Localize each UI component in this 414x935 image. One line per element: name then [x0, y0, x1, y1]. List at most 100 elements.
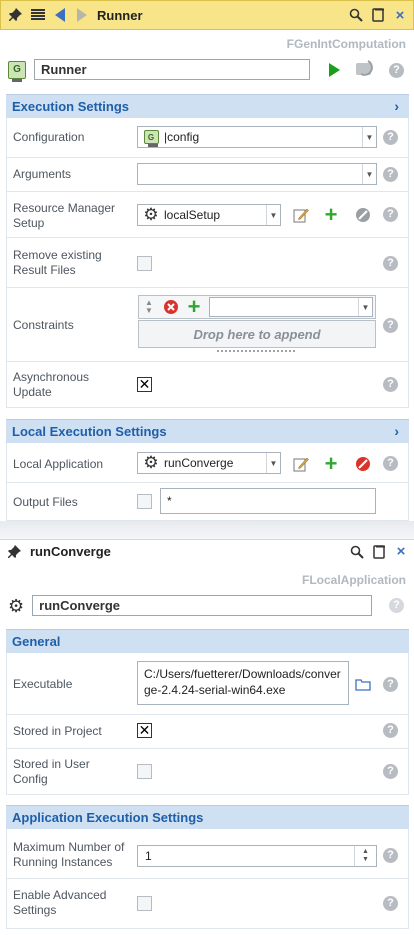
- arguments-combo[interactable]: ▼: [137, 163, 377, 185]
- stored-user-label: Stored in User Config: [13, 757, 90, 786]
- local-application-value: runConverge: [164, 456, 234, 470]
- help-icon[interactable]: ?: [383, 377, 398, 392]
- delete-icon[interactable]: [163, 299, 179, 315]
- async-update-row: Asynchronous Update ✕ ?: [6, 362, 409, 408]
- reorder-icon[interactable]: ▲ ▼: [143, 298, 155, 316]
- edit-icon[interactable]: [292, 206, 310, 224]
- execution-settings-header[interactable]: Execution Settings ›: [6, 94, 409, 118]
- remove-result-label: Remove existing Result Files: [13, 248, 102, 277]
- class-name-label: FLocalApplication: [301, 573, 406, 587]
- remove-result-row: Remove existing Result Files ?: [6, 238, 409, 288]
- chevron-down-icon[interactable]: ▼: [362, 127, 376, 147]
- max-instances-row: Maximum Number of Running Instances 1 ▲ ▼…: [6, 829, 409, 879]
- output-files-checkbox[interactable]: [137, 494, 152, 509]
- refresh-icon[interactable]: [354, 59, 376, 79]
- async-update-checkbox[interactable]: ✕: [137, 377, 152, 392]
- resource-manager-combo[interactable]: ⚙ localSetup ▼: [137, 204, 281, 226]
- add-icon[interactable]: +: [321, 453, 341, 475]
- chevron-down-icon[interactable]: ▼: [266, 453, 280, 473]
- forward-arrow-icon[interactable]: [71, 4, 93, 26]
- search-icon[interactable]: [346, 541, 368, 563]
- maximize-icon[interactable]: [368, 541, 390, 563]
- close-icon[interactable]: ×: [389, 4, 411, 26]
- max-instances-spinbox[interactable]: 1 ▲ ▼: [137, 845, 377, 867]
- class-name-label: FGenIntComputation: [286, 37, 406, 51]
- chevron-down-icon[interactable]: ▼: [362, 164, 376, 184]
- help-icon[interactable]: ?: [383, 130, 398, 145]
- help-icon[interactable]: ?: [383, 207, 398, 222]
- arguments-row: Arguments ▼ ?: [6, 158, 409, 192]
- async-update-label: Asynchronous Update: [13, 370, 90, 399]
- chevron-down-icon[interactable]: ▼: [358, 298, 372, 316]
- local-execution-settings-header[interactable]: Local Execution Settings ›: [6, 419, 409, 443]
- drop-zone[interactable]: Drop here to append: [138, 320, 376, 348]
- configuration-row: Configuration G |config ▼ ?: [6, 118, 409, 158]
- chevron-right-icon[interactable]: ›: [394, 98, 399, 114]
- back-arrow-icon[interactable]: [49, 4, 71, 26]
- gear-icon: ⚙: [143, 205, 159, 224]
- name-input[interactable]: Runner: [34, 59, 310, 80]
- panel-separator[interactable]: [0, 521, 414, 539]
- folder-icon[interactable]: [355, 677, 371, 691]
- help-icon[interactable]: ?: [383, 456, 398, 471]
- advanced-settings-checkbox[interactable]: [137, 896, 152, 911]
- app-execution-settings-header[interactable]: Application Execution Settings: [6, 805, 409, 829]
- search-icon[interactable]: [345, 4, 367, 26]
- gear-icon: ⚙: [143, 453, 159, 472]
- resource-manager-label: Resource Manager Setup: [13, 201, 116, 230]
- maximize-icon[interactable]: [367, 4, 389, 26]
- chevron-down-icon[interactable]: ▼: [266, 205, 280, 225]
- general-header[interactable]: General: [6, 629, 409, 653]
- help-icon[interactable]: ?: [383, 723, 398, 738]
- section-title: Application Execution Settings: [12, 810, 204, 825]
- menu-icon[interactable]: [27, 4, 49, 26]
- stored-project-row: Stored in Project ✕ ?: [6, 715, 409, 749]
- executable-label: Executable: [13, 677, 73, 691]
- edit-icon[interactable]: [292, 455, 310, 473]
- name-input[interactable]: runConverge: [32, 595, 373, 616]
- constraints-toolbar: ▲ ▼ + ▼: [138, 295, 376, 319]
- help-icon[interactable]: ?: [383, 896, 398, 911]
- section-title: Local Execution Settings: [12, 424, 167, 439]
- app-name-bar: ⚙ runConverge: [8, 595, 373, 616]
- close-icon[interactable]: ×: [390, 541, 412, 563]
- help-icon[interactable]: ?: [383, 677, 398, 692]
- local-application-row: Local Application ⚙ runConverge ▼ + ?: [6, 443, 409, 483]
- pin-icon[interactable]: [4, 541, 26, 563]
- resource-manager-row: Resource Manager Setup ⚙ localSetup ▼ + …: [6, 192, 409, 238]
- constraints-combo[interactable]: ▼: [209, 297, 373, 317]
- stored-user-row: Stored in User Config ?: [6, 749, 409, 795]
- remove-result-checkbox[interactable]: [137, 256, 152, 271]
- gear-icon: ⚙: [8, 595, 25, 616]
- stored-project-label: Stored in Project: [13, 724, 102, 738]
- add-icon[interactable]: +: [321, 204, 341, 226]
- help-icon[interactable]: ?: [383, 256, 398, 271]
- configuration-value: |config: [164, 130, 200, 144]
- stored-project-checkbox[interactable]: ✕: [137, 723, 152, 738]
- stored-user-checkbox[interactable]: [137, 764, 152, 779]
- output-files-label: Output Files: [13, 495, 78, 509]
- pin-icon[interactable]: [5, 4, 27, 26]
- remove-icon[interactable]: [355, 456, 371, 472]
- local-application-label: Local Application: [13, 457, 104, 471]
- constraints-row: Constraints ▲ ▼ + ▼ Drop here to append ?: [6, 288, 409, 362]
- help-icon[interactable]: ?: [383, 848, 398, 863]
- help-icon[interactable]: ?: [383, 167, 398, 182]
- help-icon[interactable]: ?: [383, 764, 398, 779]
- resize-grip[interactable]: [217, 350, 295, 352]
- help-icon[interactable]: ?: [389, 63, 404, 78]
- max-instances-label: Maximum Number of Running Instances: [13, 840, 125, 869]
- run-icon[interactable]: [325, 61, 343, 79]
- chevron-right-icon[interactable]: ›: [394, 423, 399, 439]
- output-files-input[interactable]: *: [160, 488, 376, 514]
- local-application-combo[interactable]: ⚙ runConverge ▼: [137, 452, 281, 474]
- drop-hint: Drop here to append: [193, 326, 321, 342]
- executable-input[interactable]: C:/Users/fuetterer/Downloads/converge-2.…: [137, 661, 349, 705]
- advanced-settings-label: Enable Advanced Settings: [13, 888, 107, 917]
- add-icon[interactable]: +: [185, 296, 203, 318]
- help-icon[interactable]: ?: [383, 318, 398, 333]
- remove-disabled-icon[interactable]: [355, 207, 371, 223]
- help-icon[interactable]: ?: [389, 598, 404, 613]
- spinner-arrows-icon[interactable]: ▲ ▼: [354, 846, 376, 866]
- configuration-combo[interactable]: G |config ▼: [137, 126, 377, 148]
